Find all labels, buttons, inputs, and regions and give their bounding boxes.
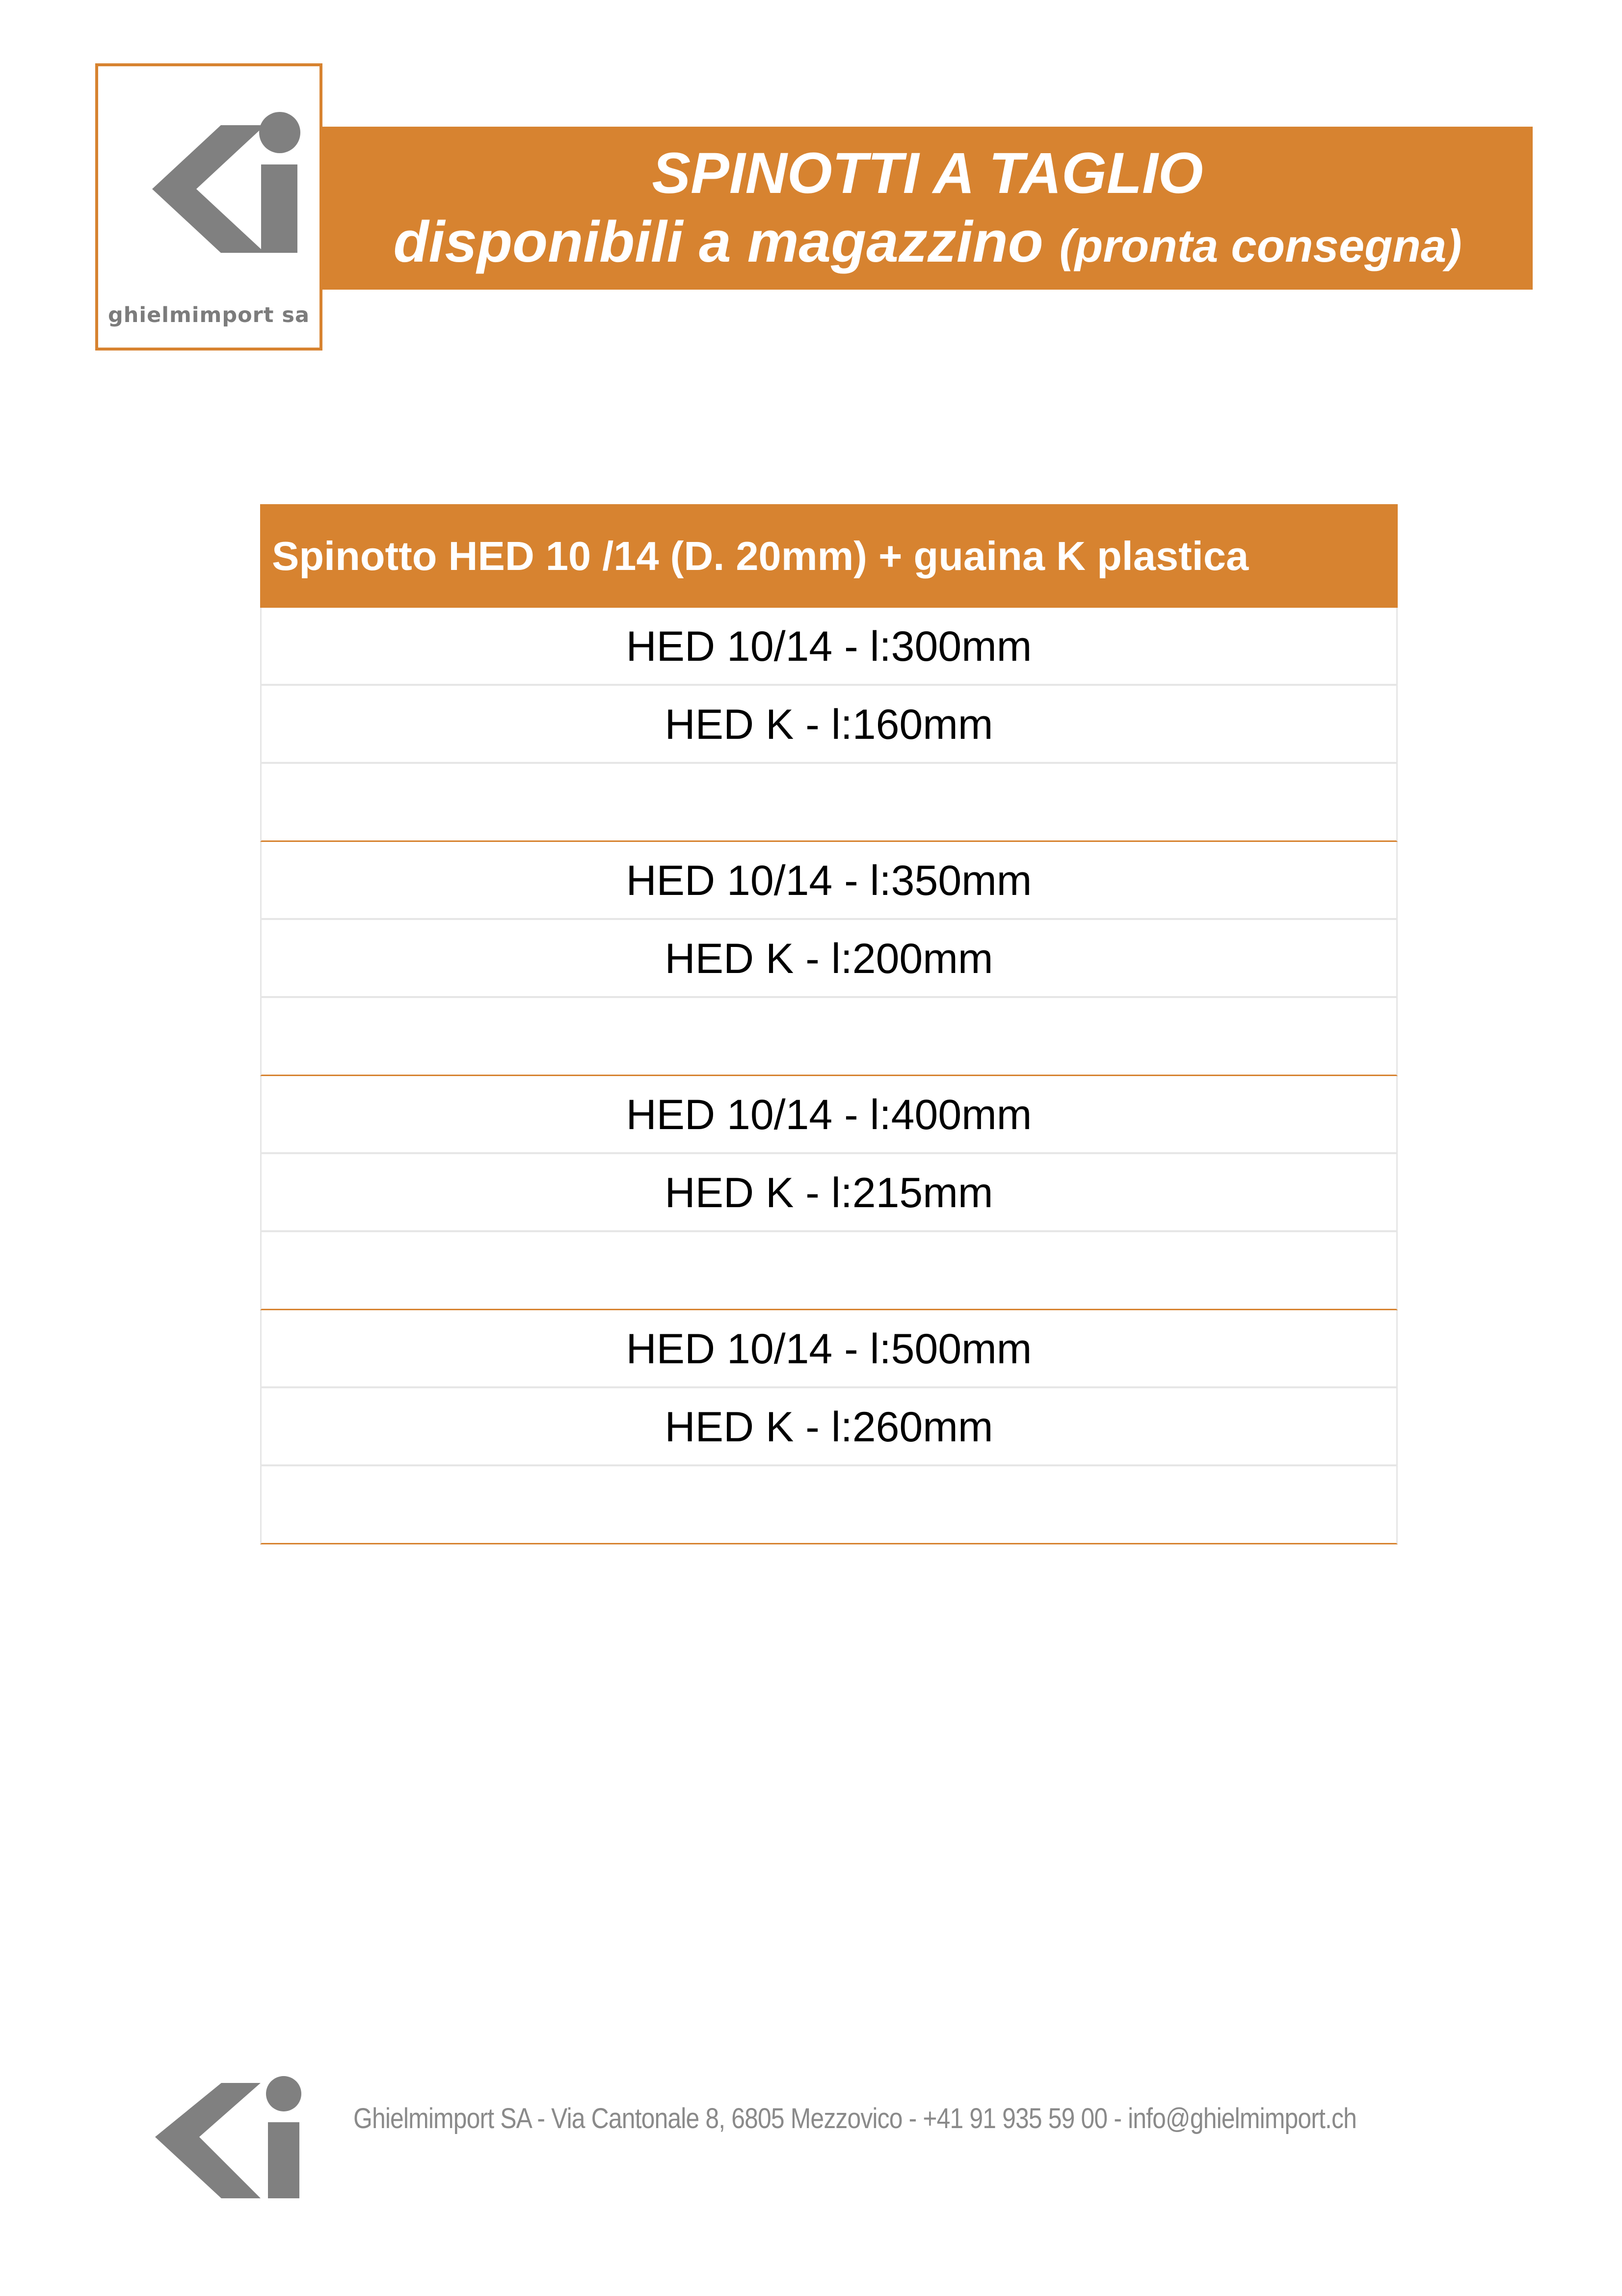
banner-subtitle-note: (pronta consegna) — [1059, 220, 1462, 271]
table-row-empty — [260, 1232, 1398, 1310]
table-header: Spinotto HED 10 /14 (D. 20mm) + guaina K… — [260, 504, 1398, 608]
table-row: HED 10/14 - l:500mm — [260, 1310, 1398, 1388]
footer-contact: Ghielmimport SA - Via Cantonale 8, 6805 … — [353, 2103, 1357, 2134]
brand-name: ghielmimport sa — [107, 303, 310, 327]
table-row: HED K - l:260mm — [260, 1388, 1398, 1466]
ki-logo-icon — [152, 112, 300, 253]
table-row: HED K - l:200mm — [260, 920, 1398, 998]
title-banner: SPINOTTI A TAGLIO disponibili a magazzin… — [322, 127, 1533, 290]
table-row: HED 10/14 - l:350mm — [260, 842, 1398, 920]
banner-subtitle: disponibili a magazzino (pronta consegna… — [322, 210, 1533, 278]
banner-title: SPINOTTI A TAGLIO — [652, 141, 1203, 206]
table-row-empty — [260, 1466, 1398, 1544]
company-logo: ghielmimport sa — [95, 63, 322, 351]
table-row: HED 10/14 - l:400mm — [260, 1076, 1398, 1154]
table-row-empty — [260, 764, 1398, 842]
table-row-empty — [260, 998, 1398, 1076]
table-row: HED 10/14 - l:300mm — [260, 608, 1398, 686]
footer-ki-logo-icon — [155, 2076, 301, 2198]
table-row: HED K - l:215mm — [260, 1154, 1398, 1232]
banner-subtitle-main: disponibili a magazzino — [393, 210, 1043, 274]
table-row: HED K - l:160mm — [260, 686, 1398, 764]
product-table: Spinotto HED 10 /14 (D. 20mm) + guaina K… — [260, 504, 1398, 1544]
